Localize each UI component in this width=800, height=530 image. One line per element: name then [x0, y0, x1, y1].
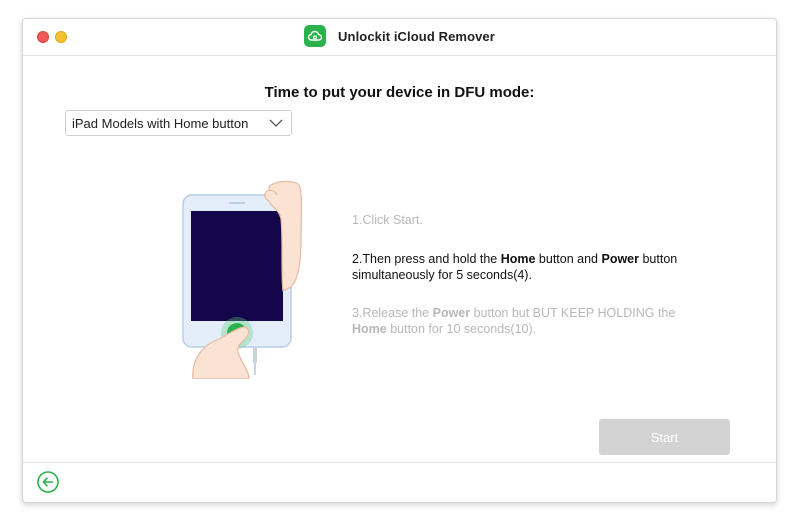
- step-3-mid: button but BUT KEEP HOLDING the: [470, 306, 676, 320]
- back-button[interactable]: [37, 471, 59, 493]
- cloud-icon: [304, 25, 327, 47]
- app-title-group: Unlockit iCloud Remover: [23, 25, 776, 47]
- app-window: Unlockit iCloud Remover Time to put your…: [22, 18, 777, 503]
- step-2-mid: button and: [535, 252, 602, 266]
- page-heading: Time to put your device in DFU mode:: [264, 84, 535, 101]
- step-2-pre: 2.Then press and hold the: [352, 252, 501, 266]
- start-button[interactable]: Start: [599, 419, 730, 455]
- step-2: 2.Then press and hold the Home button an…: [352, 251, 712, 283]
- step-3: 3.Release the Power button but BUT KEEP …: [352, 305, 712, 337]
- step-3-pre: 3.Release the: [352, 306, 433, 320]
- chevron-down-icon: [269, 117, 283, 132]
- title-bar: Unlockit iCloud Remover: [23, 19, 776, 56]
- window-title: Unlockit iCloud Remover: [338, 28, 495, 44]
- device-model-selected: iPad Models with Home button: [72, 115, 249, 131]
- step-2-power-label: Power: [601, 252, 639, 266]
- step-1-text: 1.Click Start.: [352, 213, 423, 227]
- footer-bar: [23, 462, 776, 502]
- ipad-dfu-illustration: [173, 179, 323, 380]
- device-model-dropdown[interactable]: iPad Models with Home button: [65, 110, 292, 136]
- arrow-left-circle-icon: [37, 471, 59, 493]
- step-3-home-label: Home: [352, 322, 387, 336]
- step-3-post: button for 10 seconds(10).: [386, 322, 537, 336]
- step-1: 1.Click Start.: [352, 212, 712, 228]
- step-3-power-label: Power: [432, 306, 471, 320]
- step-2-home-label: Home: [500, 252, 536, 266]
